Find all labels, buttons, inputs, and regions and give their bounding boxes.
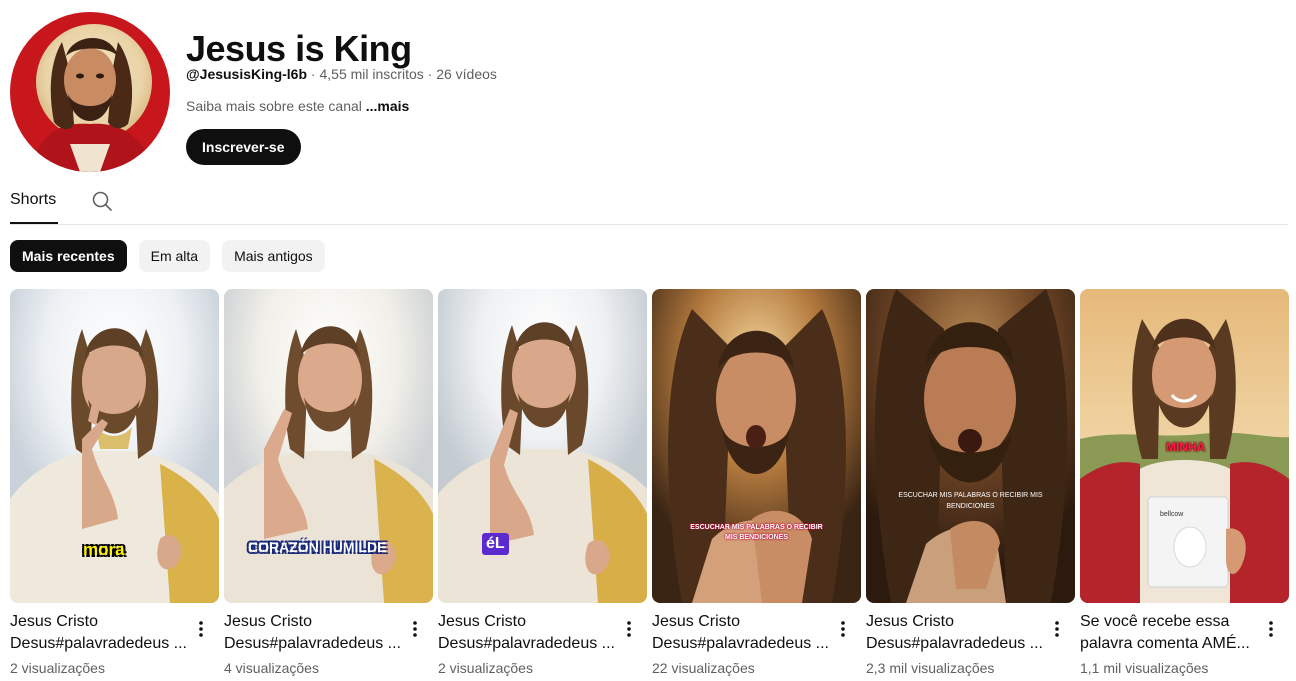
short-title-line: Jesus Cristo	[438, 613, 527, 630]
short-caption: MINHA	[1166, 440, 1206, 454]
meta-separator: ·	[310, 66, 316, 82]
more-options-icon[interactable]	[405, 619, 425, 639]
short-title[interactable]: Jesus Cristo Desus#palavradedeus ...	[438, 611, 618, 655]
short-card[interactable]: ESCUCHAR MIS PALABRAS O RECIBIR MIS BEND…	[866, 289, 1075, 681]
short-views: 4 visualizações	[224, 660, 319, 676]
short-title-line: Desus#palavradedeus ...	[652, 635, 829, 652]
short-views: 1,1 mil visualizações	[1080, 660, 1209, 676]
tab-active-indicator	[10, 222, 58, 224]
short-title[interactable]: Jesus Cristo Desus#palavradedeus ...	[866, 611, 1046, 655]
more-options-icon[interactable]	[619, 619, 639, 639]
short-title-line: Se você recebe essa	[1080, 613, 1230, 630]
subscriber-count: 4,55 mil inscritos	[319, 66, 424, 82]
short-title-line: Desus#palavradedeus ...	[438, 635, 615, 652]
channel-handle[interactable]: @JesusisKing-l6b	[186, 66, 307, 82]
short-thumbnail[interactable]: mora	[10, 289, 219, 603]
chip-mais-antigos[interactable]: Mais antigos	[222, 240, 325, 272]
short-caption: mora	[83, 540, 125, 559]
shorts-grid: mora Jesus Cristo Desus#palavradedeus ..…	[10, 289, 1290, 681]
short-title[interactable]: Jesus Cristo Desus#palavradedeus ...	[10, 611, 190, 655]
video-count: 26 vídeos	[436, 66, 497, 82]
filter-chips: Mais recentes Em alta Mais antigos	[10, 240, 325, 273]
short-views: 2 visualizações	[10, 660, 105, 676]
short-views: 22 visualizações	[652, 660, 755, 676]
more-options-icon[interactable]	[833, 619, 853, 639]
short-card[interactable]: éL Jesus Cristo Desus#palavradedeus ... …	[438, 289, 647, 681]
channel-header: Jesus is King @JesusisKing-l6b · 4,55 mi…	[10, 12, 1290, 174]
short-thumbnail[interactable]: ESCUCHAR MIS PALABRAS O RECIBIR MIS BEND…	[866, 289, 1075, 603]
more-options-icon[interactable]	[1047, 619, 1067, 639]
channel-tabs: Shorts	[10, 178, 1288, 225]
short-card[interactable]: CORAZÓN HUMILDE Jesus Cristo Desus#palav…	[224, 289, 433, 681]
short-thumbnail[interactable]: ESCUCHAR MIS PALABRAS O RECIBIR MIS BEND…	[652, 289, 861, 603]
meta-separator: ·	[427, 66, 433, 82]
short-card[interactable]: mora Jesus Cristo Desus#palavradedeus ..…	[10, 289, 219, 681]
search-icon[interactable]	[90, 189, 114, 213]
short-caption: éL	[482, 533, 509, 555]
short-title-line: Jesus Cristo	[866, 613, 955, 630]
short-caption: ESCUCHAR MIS PALABRAS O RECIBIR MIS BEND…	[690, 524, 823, 541]
short-card[interactable]: ESCUCHAR MIS PALABRAS O RECIBIR MIS BEND…	[652, 289, 861, 681]
short-title[interactable]: Jesus Cristo Desus#palavradedeus ...	[652, 611, 832, 655]
short-title[interactable]: Jesus Cristo Desus#palavradedeus ...	[224, 611, 404, 655]
short-card[interactable]: MINHA bellcow Se você recebe essa palavr…	[1080, 289, 1289, 681]
chip-mais-recentes[interactable]: Mais recentes	[10, 240, 127, 272]
short-thumbnail[interactable]: MINHA bellcow	[1080, 289, 1289, 603]
short-title-line: Desus#palavradedeus ...	[224, 635, 401, 652]
short-title-line: Jesus Cristo	[224, 613, 313, 630]
more-options-icon[interactable]	[191, 619, 211, 639]
channel-name: Jesus is King	[186, 28, 412, 69]
short-caption: ESCUCHAR MIS PALABRAS O RECIBIR MIS BEND…	[898, 492, 1043, 510]
about-text: Saiba mais sobre este canal	[186, 98, 362, 114]
product-brand: bellcow	[1160, 511, 1184, 518]
subscribe-button[interactable]: Inscrever-se	[186, 129, 301, 165]
short-caption: CORAZÓN HUMILDE	[248, 539, 387, 555]
short-title-line: Jesus Cristo	[10, 613, 99, 630]
short-thumbnail[interactable]: CORAZÓN HUMILDE	[224, 289, 433, 603]
channel-about[interactable]: Saiba mais sobre este canal ...mais	[186, 98, 409, 114]
channel-avatar[interactable]	[10, 12, 170, 172]
short-views: 2,3 mil visualizações	[866, 660, 995, 676]
short-views: 2 visualizações	[438, 660, 533, 676]
short-title-line: palavra comenta AMÉ...	[1080, 635, 1250, 652]
channel-meta: @JesusisKing-l6b · 4,55 mil inscritos · …	[186, 66, 497, 82]
short-thumbnail[interactable]: éL	[438, 289, 647, 603]
chip-em-alta[interactable]: Em alta	[138, 240, 211, 272]
tab-shorts[interactable]: Shorts	[10, 178, 56, 224]
about-more-link[interactable]: ...mais	[366, 98, 410, 114]
short-title-line: Desus#palavradedeus ...	[10, 635, 187, 652]
short-title-line: Jesus Cristo	[652, 613, 741, 630]
more-options-icon[interactable]	[1261, 619, 1281, 639]
short-title-line: Desus#palavradedeus ...	[866, 635, 1043, 652]
short-title[interactable]: Se você recebe essa palavra comenta AMÉ.…	[1080, 611, 1260, 655]
